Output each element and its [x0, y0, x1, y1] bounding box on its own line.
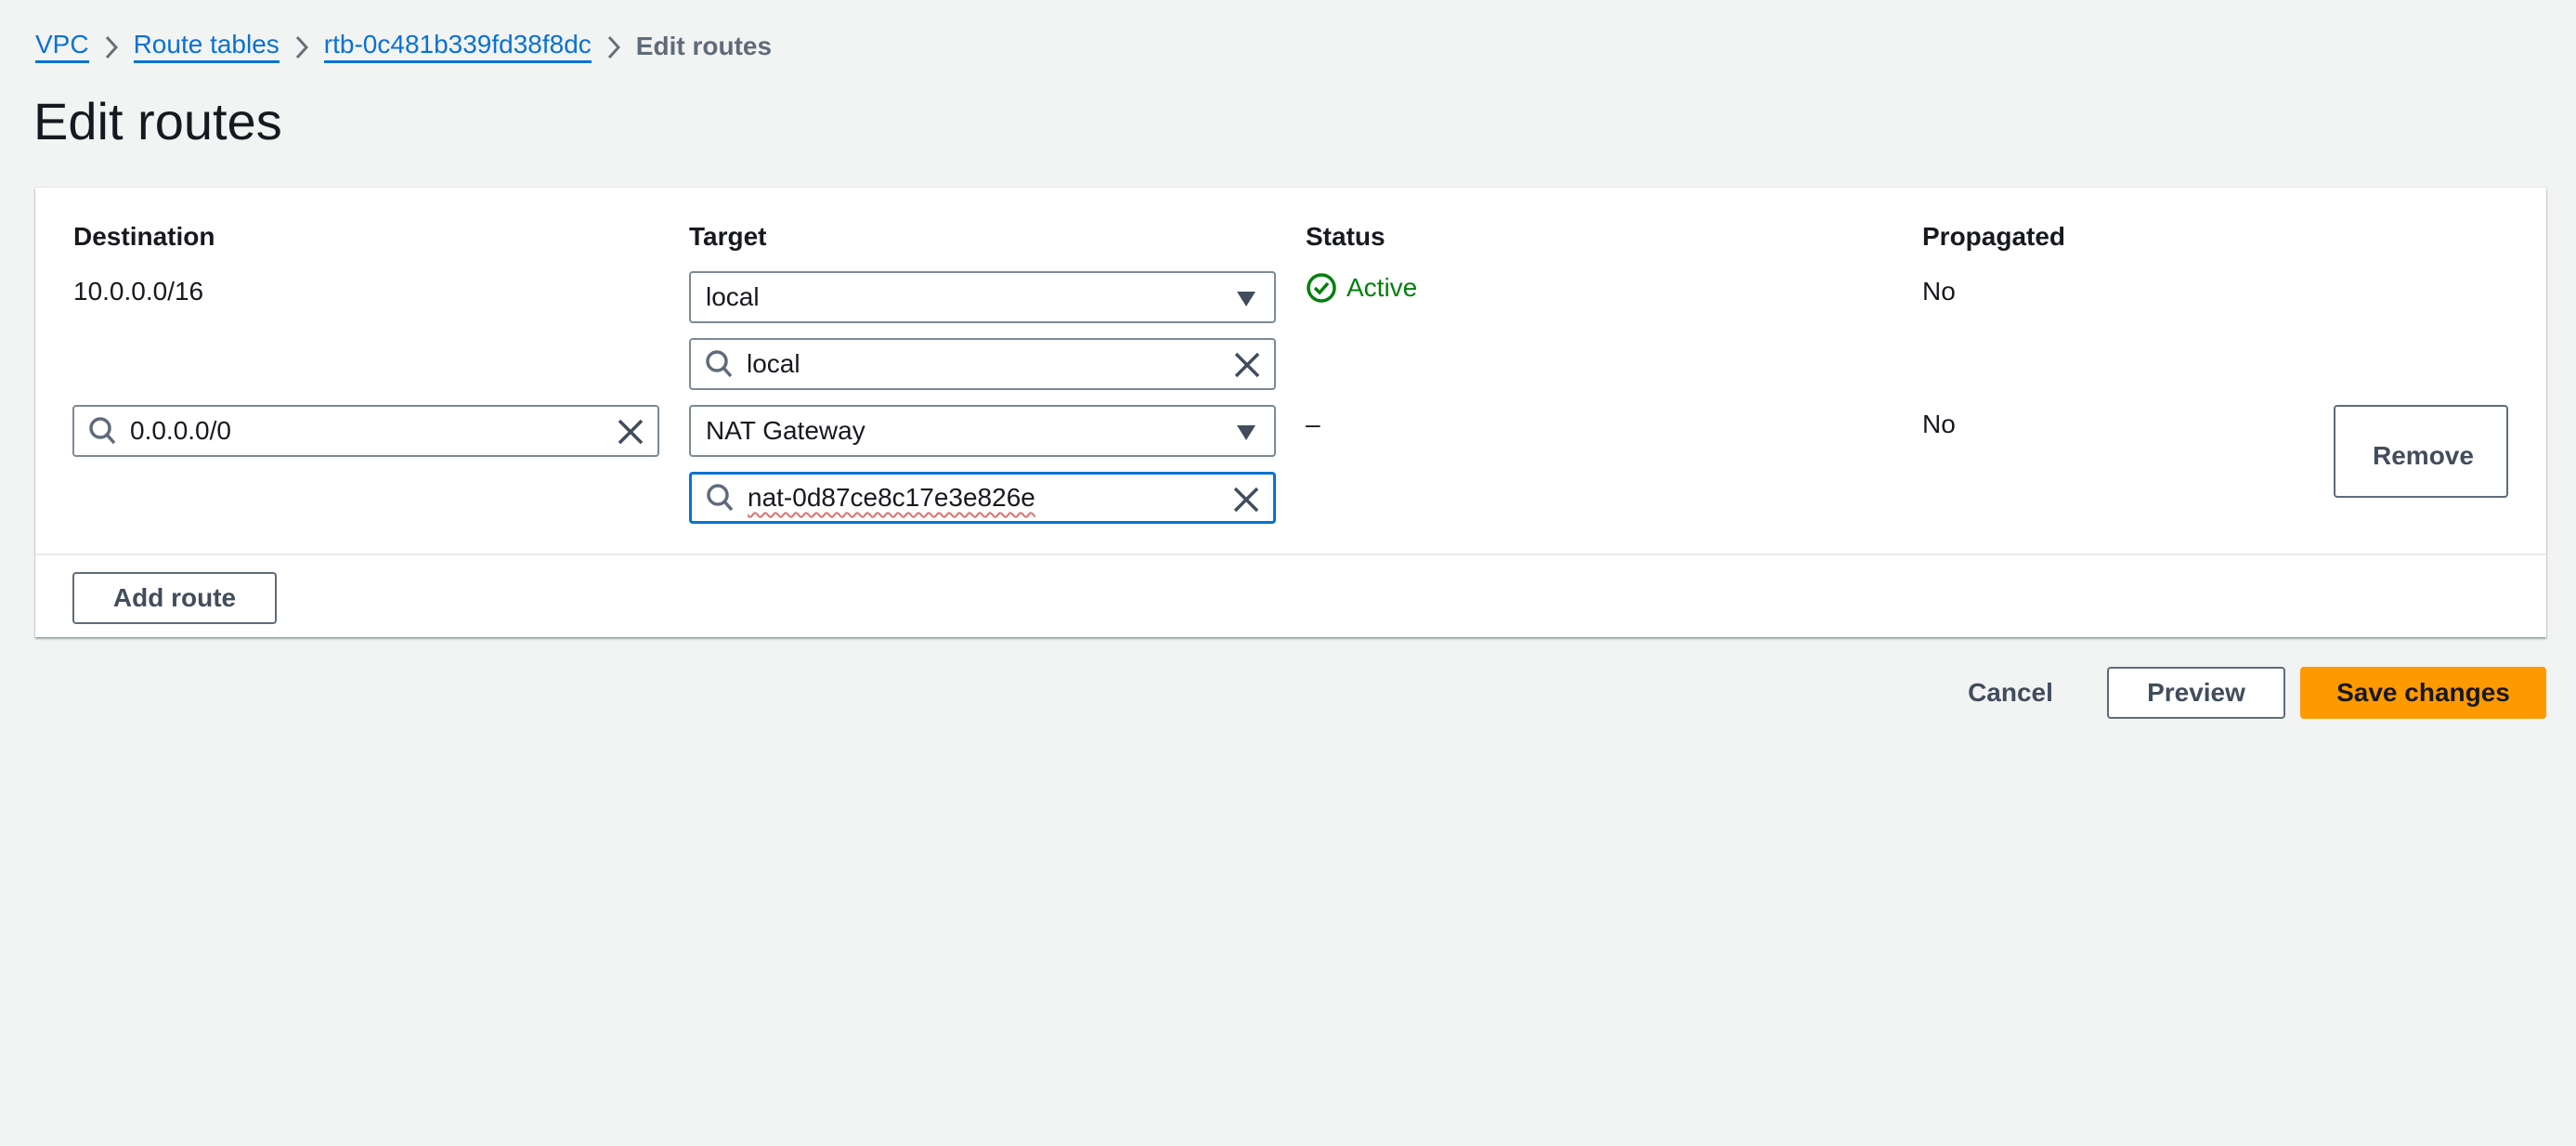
propagated-value: No — [1922, 277, 1956, 306]
status-value: – — [1306, 410, 1321, 438]
target-search-value: nat-0d87ce8c17e3e826e — [748, 483, 1035, 512]
destination-input-value: 0.0.0.0/0 — [130, 416, 231, 445]
status-positive-icon — [1307, 273, 1336, 303]
search-icon — [706, 350, 733, 378]
breadcrumb-current: Edit routes — [635, 32, 773, 60]
status-text: Active — [1347, 273, 1418, 302]
target-search-input[interactable]: local — [689, 338, 1276, 390]
caret-down-icon — [1237, 425, 1255, 440]
caret-down-icon — [1237, 292, 1255, 306]
page-title: Edit routes — [33, 92, 282, 150]
breadcrumb: VPC Route tables rtb-0c481b339fd38f8dc E… — [35, 28, 772, 65]
target-type-value: local — [706, 282, 760, 311]
destination-input[interactable]: 0.0.0.0/0 — [72, 405, 659, 457]
divider — [35, 553, 2546, 555]
routes-card: Destination Target Status Propagated 10.… — [35, 188, 2546, 637]
destination-value: 10.0.0.0/16 — [73, 277, 204, 306]
breadcrumb-route-table-id[interactable]: rtb-0c481b339fd38f8dc — [323, 30, 592, 63]
search-icon — [707, 484, 734, 512]
search-icon — [89, 417, 116, 445]
close-icon[interactable] — [617, 418, 644, 446]
chevron-right-icon — [280, 32, 324, 61]
target-search-value: local — [747, 349, 800, 378]
column-header-propagated: Propagated — [1922, 222, 2066, 251]
save-changes-button[interactable]: Save changes — [2300, 667, 2546, 719]
target-type-select[interactable]: NAT Gateway — [689, 405, 1276, 457]
preview-button[interactable]: Preview — [2107, 667, 2285, 719]
column-header-destination: Destination — [73, 222, 215, 251]
chevron-right-icon — [592, 32, 636, 61]
close-icon[interactable] — [1233, 351, 1261, 379]
target-type-value: NAT Gateway — [706, 416, 865, 445]
add-route-button[interactable]: Add route — [72, 572, 277, 624]
breadcrumb-route-tables[interactable]: Route tables — [133, 30, 280, 63]
propagated-value: No — [1922, 410, 1956, 438]
cancel-button[interactable]: Cancel — [1950, 667, 2071, 719]
target-search-input[interactable]: nat-0d87ce8c17e3e826e — [689, 472, 1276, 524]
column-header-target: Target — [689, 222, 767, 251]
target-type-select[interactable]: local — [689, 271, 1276, 323]
close-icon[interactable] — [1232, 486, 1260, 514]
breadcrumb-vpc[interactable]: VPC — [35, 30, 89, 63]
remove-route-button[interactable]: Remove — [2334, 405, 2508, 498]
column-header-status: Status — [1306, 222, 1386, 251]
chevron-right-icon — [89, 32, 134, 61]
status-badge: Active — [1306, 272, 1417, 304]
